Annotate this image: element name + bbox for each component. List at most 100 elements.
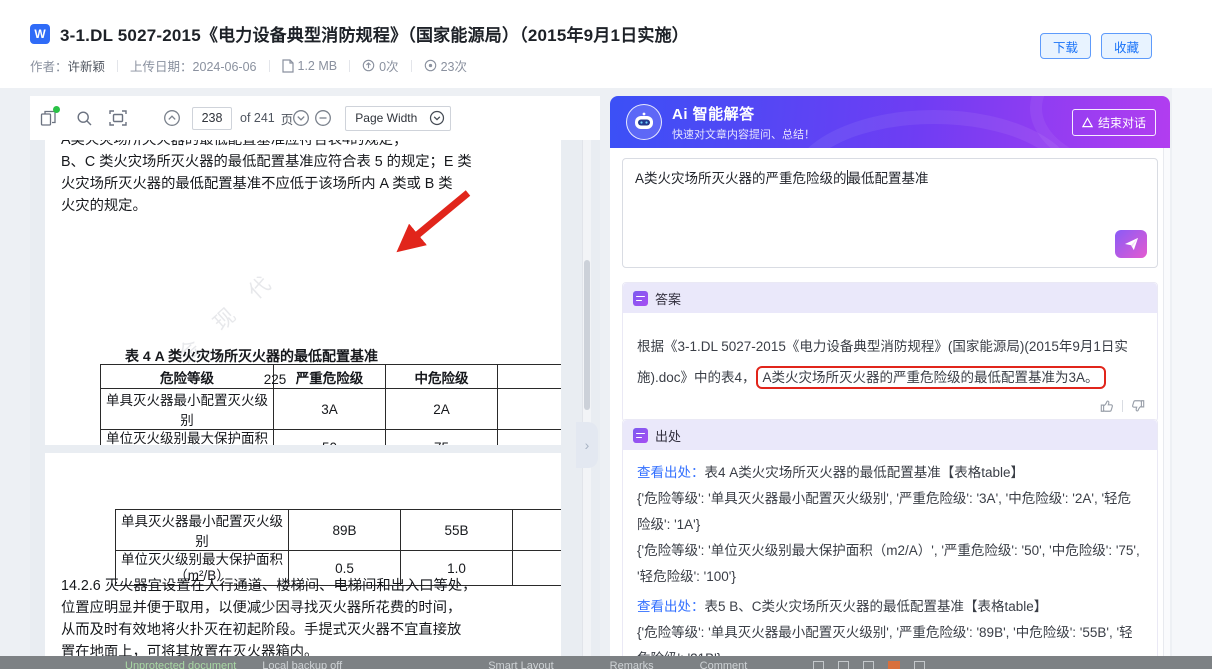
source-table-row: {'危险等级': '单具灭火器最小配置灭火级别', '严重危险级': '89B'… [637, 620, 1143, 656]
page-number-label: 225 [45, 372, 505, 387]
doc-line: 火灾场所灭火器的最低配置基准不应低于该场所内 A 类或 B 类 [61, 173, 531, 195]
end-chat-button[interactable]: 结束对话 [1072, 109, 1156, 136]
download-count: 0次 [362, 56, 398, 75]
divider [269, 60, 270, 72]
ai-title: Ai 智能解答 [672, 103, 815, 124]
table-cell [498, 430, 562, 446]
thumbs-down-icon[interactable] [1131, 399, 1145, 413]
doc-line: 置在地面上，可将其放置在灭火器箱内。 [61, 641, 541, 656]
source-label: 出处 [655, 426, 681, 445]
source-doc-icon [633, 428, 648, 443]
divider [117, 60, 118, 72]
table-cell: 3A [274, 389, 386, 430]
page-total-label: of 241 [240, 111, 275, 125]
answer-feedback [623, 399, 1157, 421]
document-meta-row: 作者：许新颖 上传日期：2024-06-06 1.2 MB 0次 23次 [30, 56, 467, 75]
document-page-226: 单具灭火器最小配置灭火级别 89B 55B 单位灭火级别最大保护面积 （m²/B… [45, 453, 561, 656]
document-viewer-panel: of 241 页 Page Width A类火灾场所灭火器的最低配置基准应符合表… [30, 96, 600, 656]
status-item[interactable]: Remarks [610, 659, 654, 669]
table-cell: 55B [401, 510, 513, 551]
zoom-out-icon[interactable] [313, 108, 333, 128]
answer-doc-icon [633, 291, 648, 306]
thumbnail-sidebar-icon[interactable] [38, 108, 58, 128]
send-button[interactable] [1115, 230, 1147, 258]
layout-view-icon[interactable] [863, 661, 874, 669]
answer-highlight-annotation: A类火灾场所灭火器的严重危险级的最低配置基准为3A。 [756, 366, 1106, 389]
layout-view-icon[interactable] [838, 661, 849, 669]
page-header: W 3-1.DL 5027-2015《电力设备典型消防规程》（国家能源局）（20… [0, 0, 1212, 88]
status-bar: Unprotected document Local backup off Sm… [0, 656, 1212, 669]
upload-date: 上传日期：2024-06-06 [130, 56, 256, 75]
table-cell: 75 [386, 430, 498, 446]
table-cell: 50 [274, 430, 386, 446]
word-doc-icon: W [30, 24, 50, 44]
answer-text: 根据《3-1.DL 5027-2015《电力设备典型消防规程》(国家能源局)(2… [623, 313, 1157, 399]
source-entry: 查看出处：表5 B、C类火灾场所灭火器的最低配置基准【表格table】 {'危险… [637, 594, 1143, 656]
status-dot [53, 106, 60, 113]
document-scrollbar[interactable] [582, 140, 591, 656]
answer-card-header: 答案 [623, 283, 1157, 313]
table-cell [498, 365, 562, 389]
viewer-toolbar: of 241 页 Page Width [30, 96, 600, 140]
author-name: 许新颖 [68, 60, 106, 74]
question-input[interactable]: A类火灾场所灭火器的严重危险级的最低配置基准 [622, 158, 1158, 268]
status-item[interactable]: Smart Layout [488, 659, 553, 669]
source-body: 查看出处：表4 A类火灾场所灭火器的最低配置基准【表格table】 {'危险等级… [623, 450, 1157, 656]
chevron-down-icon [429, 110, 445, 126]
previous-page-icon[interactable] [162, 108, 182, 128]
table-cell: 单位灭火级别最大保护面积 （m²/A） [101, 430, 274, 446]
thumbs-up-icon[interactable] [1100, 399, 1114, 413]
source-title: 表4 A类火灾场所灭火器的最低配置基准【表格table】 [705, 465, 1025, 480]
fit-screen-icon[interactable] [108, 108, 128, 128]
source-table-row: {'危险等级': '单具灭火器最小配置灭火级别', '严重危险级': '3A',… [637, 486, 1143, 538]
ai-robot-icon [626, 104, 662, 140]
author-label: 作者：许新颖 [30, 56, 105, 75]
doc-line-clipped: A类火灾场所灭火器的最低配置基准应符合表4的规定； [61, 140, 531, 151]
page-title: 3-1.DL 5027-2015《电力设备典型消防规程》（国家能源局）（2015… [60, 21, 689, 46]
document-page-225: A类火灾场所灭火器的最低配置基准应符合表4的规定； B、C 类火灾场所灭火器的最… [45, 140, 561, 445]
document-scroll-area[interactable]: A类火灾场所灭火器的最低配置基准应符合表4的规定； B、C 类火灾场所灭火器的最… [30, 140, 600, 656]
table-cell: 89B [289, 510, 401, 551]
view-source-link[interactable]: 查看出处： [637, 465, 705, 480]
table-cell [498, 389, 562, 430]
paper-plane-icon [1124, 237, 1139, 251]
view-source-link[interactable]: 查看出处： [637, 599, 705, 614]
active-view-icon[interactable] [888, 661, 900, 669]
document-title-row: W 3-1.DL 5027-2015《电力设备典型消防规程》（国家能源局）（20… [30, 21, 689, 46]
answer-card: 答案 根据《3-1.DL 5027-2015《电力设备典型消防规程》(国家能源局… [622, 282, 1158, 422]
next-page-icon[interactable] [291, 108, 311, 128]
status-item[interactable]: Comment [700, 659, 748, 669]
zoom-mode-select[interactable]: Page Width [345, 106, 451, 131]
download-button[interactable]: 下载 [1040, 33, 1091, 59]
doc-line: 位置应明显并便于取用，以便减少因寻找灭火器所花费的时间， [61, 597, 541, 619]
doc-line: 火灾的规定。 [61, 195, 531, 217]
layout-view-icon[interactable] [914, 661, 925, 669]
source-entry: 查看出处：表4 A类火灾场所灭火器的最低配置基准【表格table】 {'危险等级… [637, 460, 1143, 590]
page-number-input[interactable] [192, 107, 232, 130]
source-card-header: 出处 [623, 420, 1157, 450]
doc-paragraph: A类火灾场所灭火器的最低配置基准应符合表4的规定； B、C 类火灾场所灭火器的最… [61, 140, 531, 217]
download-count-icon [362, 59, 375, 72]
ai-header-text: Ai 智能解答 快速对文章内容提问、总结！ [672, 103, 815, 142]
panel-expand-handle[interactable]: › [576, 422, 598, 468]
status-item[interactable]: Unprotected document [125, 659, 236, 669]
favorite-button[interactable]: 收藏 [1101, 33, 1152, 59]
doc-line: B、C 类火灾场所灭火器的最低配置基准应符合表 5 的规定；E 类 [61, 151, 531, 173]
question-text: A类火灾场所灭火器的严重危险级的 [635, 171, 847, 186]
ai-panel-scrollbar[interactable] [1163, 148, 1170, 656]
source-table-row: {'危险等级': '单位灭火级别最大保护面积（m2/A）', '严重危险级': … [637, 538, 1143, 590]
table-cell: 单具灭火器最小配置灭火级别 [101, 389, 274, 430]
table-cell [513, 510, 562, 551]
scrollbar-thumb[interactable] [584, 260, 590, 410]
statusbar-icons [813, 659, 925, 669]
view-count: 23次 [424, 56, 467, 75]
source-title: 表5 B、C类火灾场所灭火器的最低配置基准【表格table】 [705, 599, 1048, 614]
alert-triangle-icon [1082, 117, 1093, 128]
layout-view-icon[interactable] [813, 661, 824, 669]
status-item[interactable]: Local backup off [262, 659, 342, 669]
ai-subtitle: 快速对文章内容提问、总结！ [672, 126, 815, 142]
search-icon[interactable] [74, 108, 94, 128]
ai-assistant-panel: Ai 智能解答 快速对文章内容提问、总结！ 结束对话 A类火灾场所灭火器的严重危… [610, 96, 1170, 656]
doc-line: 从而及时有效地将火扑灭在初起阶段。手提式灭火器不宜直接放 [61, 619, 541, 641]
zoom-mode-value: Page Width [355, 111, 417, 125]
